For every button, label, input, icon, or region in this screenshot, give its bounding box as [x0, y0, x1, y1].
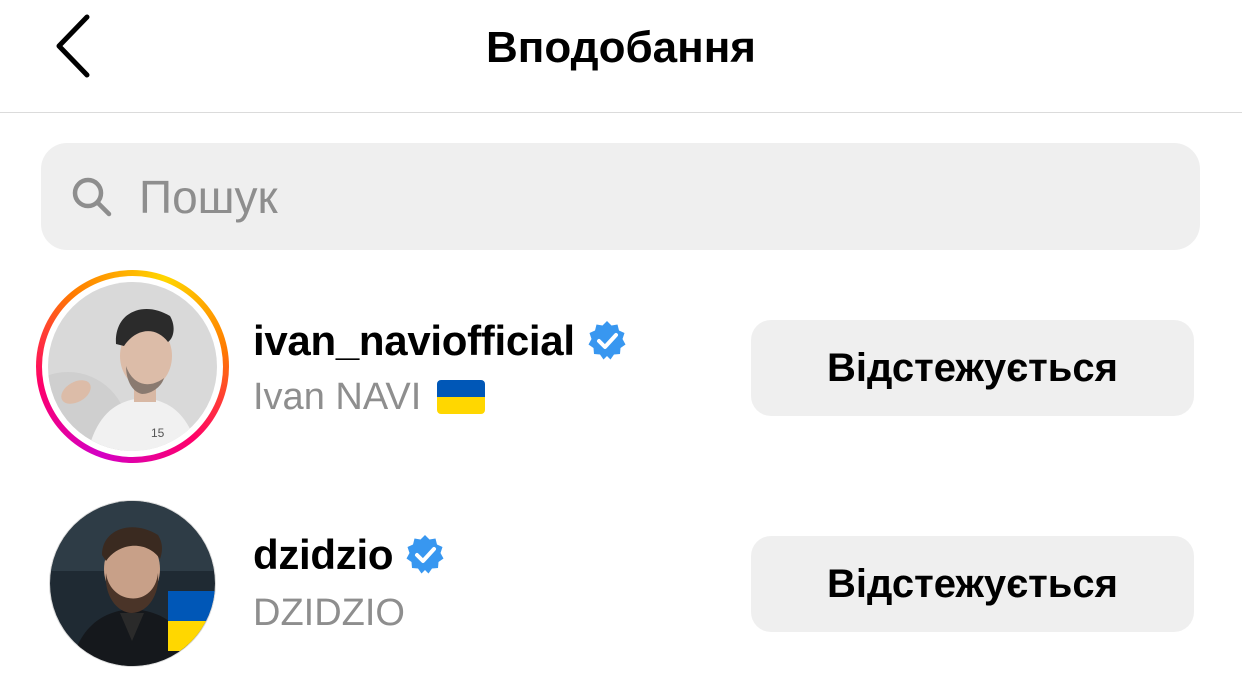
avatar[interactable]: [49, 500, 216, 667]
search-input[interactable]: [139, 166, 1139, 227]
story-ring[interactable]: 15: [36, 270, 229, 463]
username[interactable]: ivan_naviofficial: [253, 317, 575, 365]
username[interactable]: dzidzio: [253, 531, 394, 579]
list-item: dzidzio DZIDZIO Відстежується: [0, 484, 1242, 684]
full-name: Ivan NAVI: [253, 375, 422, 418]
ukraine-flag-icon: [437, 380, 486, 414]
search-icon: [71, 176, 113, 218]
full-name: DZIDZIO: [253, 591, 405, 634]
verified-badge-icon: [403, 533, 447, 577]
header: Вподобання: [0, 0, 1242, 113]
avatar: 15: [48, 282, 217, 451]
page-title: Вподобання: [486, 23, 756, 72]
search-bar[interactable]: [41, 143, 1200, 250]
svg-text:15: 15: [151, 426, 165, 440]
list-item: 15 ivan_naviofficial Ivan NAVI Відстежує…: [0, 268, 1242, 468]
following-button[interactable]: Відстежується: [751, 320, 1194, 416]
verified-badge-icon: [585, 319, 629, 363]
following-button[interactable]: Відстежується: [751, 536, 1194, 632]
